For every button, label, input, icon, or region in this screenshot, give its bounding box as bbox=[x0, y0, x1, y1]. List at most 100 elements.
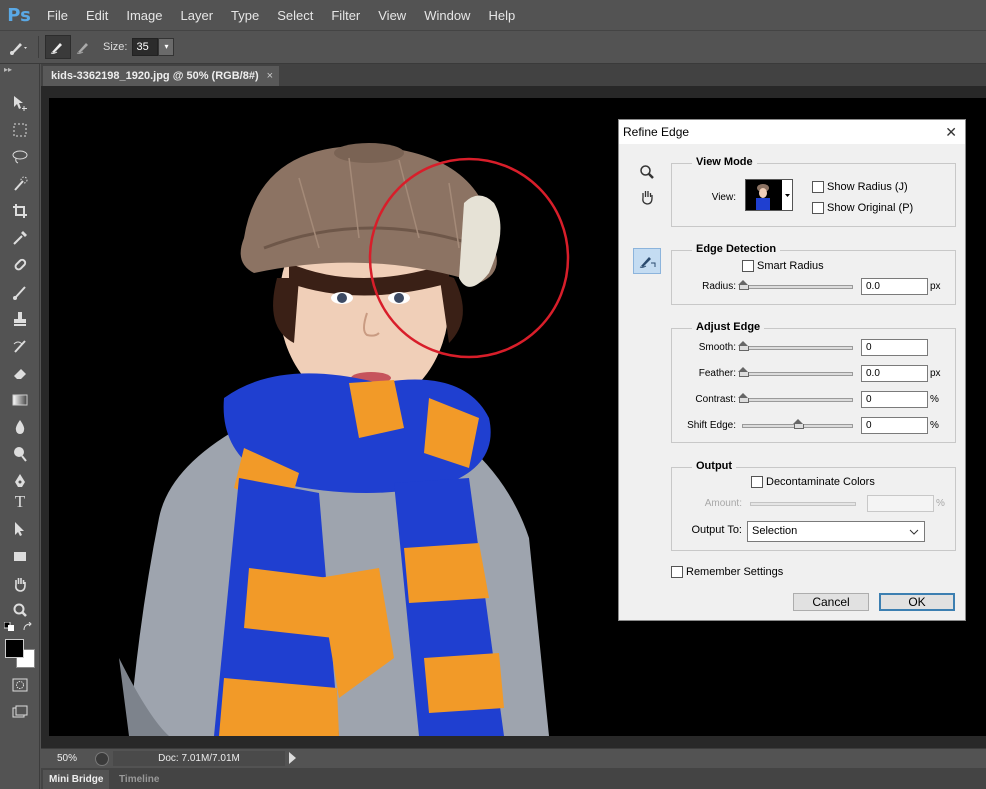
dialog-refine-radius-tool[interactable] bbox=[633, 248, 661, 274]
smooth-slider[interactable] bbox=[738, 341, 853, 351]
document-tab[interactable]: kids-3362198_1920.jpg @ 50% (RGB/8#) × bbox=[43, 66, 279, 86]
path-selection-tool[interactable] bbox=[9, 518, 31, 540]
marquee-icon bbox=[13, 123, 27, 137]
photoshop-logo: Ps bbox=[7, 4, 31, 26]
contrast-slider[interactable] bbox=[738, 393, 853, 403]
decontaminate-colors-checkbox[interactable] bbox=[751, 476, 763, 488]
status-menu-arrow-icon[interactable] bbox=[289, 752, 296, 764]
output-group: Output Decontaminate Colors Amount: % Ou… bbox=[671, 460, 956, 551]
erase-refinements-icon bbox=[76, 43, 88, 54]
amount-slider[interactable] bbox=[750, 502, 856, 506]
shift-edge-slider[interactable] bbox=[742, 419, 853, 429]
crop-tool[interactable] bbox=[9, 200, 31, 222]
menu-help[interactable]: Help bbox=[479, 8, 524, 23]
healing-brush-tool[interactable] bbox=[9, 254, 31, 276]
shift-edge-unit: % bbox=[930, 420, 939, 431]
smooth-input[interactable]: 0 bbox=[861, 339, 928, 356]
default-colors-icon[interactable] bbox=[3, 621, 16, 631]
dialog-title-bar: Refine Edge ✕ bbox=[619, 120, 965, 144]
eraser-tool[interactable] bbox=[9, 362, 31, 384]
menu-select[interactable]: Select bbox=[268, 8, 322, 23]
zoom-level[interactable]: 50% bbox=[57, 753, 77, 764]
radius-slider[interactable] bbox=[738, 280, 853, 290]
zoom-tool[interactable] bbox=[9, 599, 31, 621]
smooth-slider-thumb[interactable] bbox=[738, 341, 749, 351]
smart-radius-checkbox[interactable] bbox=[742, 260, 754, 272]
eyedropper-icon bbox=[13, 231, 27, 245]
amount-input[interactable] bbox=[867, 495, 934, 512]
pen-tool[interactable] bbox=[9, 470, 31, 492]
quick-mask-icon bbox=[12, 678, 28, 692]
marquee-tool[interactable] bbox=[9, 119, 31, 141]
amount-unit: % bbox=[936, 498, 945, 509]
hand-tool[interactable] bbox=[9, 573, 31, 595]
close-icon[interactable]: ✕ bbox=[945, 120, 957, 144]
hand-icon bbox=[15, 578, 26, 592]
contrast-slider-thumb[interactable] bbox=[738, 393, 749, 403]
shift-edge-slider-thumb[interactable] bbox=[793, 419, 804, 429]
feather-slider[interactable] bbox=[738, 367, 853, 377]
menu-image[interactable]: Image bbox=[117, 8, 171, 23]
tool-preset-picker[interactable] bbox=[6, 35, 32, 59]
size-label: Size: bbox=[103, 41, 128, 53]
dialog-title: Refine Edge bbox=[623, 125, 690, 139]
rectangle-tool[interactable] bbox=[9, 545, 31, 567]
size-dropdown-button[interactable]: ▾ bbox=[158, 38, 175, 56]
eyedropper-tool[interactable] bbox=[9, 227, 31, 249]
move-tool[interactable] bbox=[9, 92, 31, 114]
clone-stamp-tool[interactable] bbox=[9, 308, 31, 330]
quick-mask-button[interactable] bbox=[9, 674, 31, 696]
show-original-label: Show Original (P) bbox=[827, 202, 914, 214]
gradient-tool[interactable] bbox=[9, 389, 31, 411]
menu-edit[interactable]: Edit bbox=[77, 8, 117, 23]
screen-mode-button[interactable] bbox=[9, 701, 31, 723]
swap-colors-icon[interactable] bbox=[22, 621, 34, 631]
history-brush-tool[interactable] bbox=[9, 335, 31, 357]
menu-filter[interactable]: Filter bbox=[322, 8, 369, 23]
feather-input[interactable]: 0.0 bbox=[861, 365, 928, 382]
contrast-input[interactable]: 0 bbox=[861, 391, 928, 408]
rectangle-icon bbox=[14, 552, 26, 561]
ok-button[interactable]: OK bbox=[879, 593, 955, 611]
quick-selection-tool[interactable] bbox=[9, 173, 31, 195]
menu-window[interactable]: Window bbox=[415, 8, 479, 23]
blur-tool[interactable] bbox=[9, 416, 31, 438]
foreground-color-swatch[interactable] bbox=[5, 639, 24, 658]
tab-timeline[interactable]: Timeline bbox=[113, 770, 165, 789]
view-thumbnail-icon bbox=[746, 180, 790, 210]
view-label: View: bbox=[711, 192, 736, 203]
type-tool[interactable]: T bbox=[9, 491, 31, 513]
menu-layer[interactable]: Layer bbox=[172, 8, 223, 23]
status-info-icon[interactable] bbox=[95, 752, 109, 766]
size-input[interactable]: 35 bbox=[132, 38, 159, 56]
lasso-tool[interactable] bbox=[9, 146, 31, 168]
collapse-panel-icon[interactable]: ▸▸ bbox=[0, 64, 39, 76]
show-original-checkbox[interactable] bbox=[812, 202, 824, 214]
smooth-label: Smooth: bbox=[698, 342, 736, 353]
options-bar: Size: 35 ▾ bbox=[0, 30, 986, 64]
edge-detection-title: Edge Detection bbox=[692, 243, 781, 255]
radius-input[interactable]: 0.0 bbox=[861, 278, 928, 295]
dodge-tool[interactable] bbox=[9, 443, 31, 465]
dialog-zoom-tool[interactable] bbox=[636, 161, 658, 183]
remember-settings-checkbox[interactable] bbox=[671, 566, 683, 578]
brush-tool[interactable] bbox=[9, 281, 31, 303]
radius-slider-thumb[interactable] bbox=[738, 280, 749, 290]
edge-detection-group: Edge Detection Smart Radius Radius: 0.0 … bbox=[671, 243, 956, 305]
menu-type[interactable]: Type bbox=[222, 8, 268, 23]
dialog-hand-tool[interactable] bbox=[636, 186, 658, 208]
menu-file[interactable]: File bbox=[38, 8, 77, 23]
erase-refinements-tool-button[interactable] bbox=[71, 35, 97, 59]
shift-edge-input[interactable]: 0 bbox=[861, 417, 928, 434]
show-radius-checkbox[interactable] bbox=[812, 181, 824, 193]
tab-mini-bridge[interactable]: Mini Bridge bbox=[43, 770, 110, 789]
refine-radius-tool-button[interactable] bbox=[45, 35, 71, 59]
feather-slider-thumb[interactable] bbox=[738, 367, 749, 377]
close-document-icon[interactable]: × bbox=[267, 66, 273, 86]
cancel-button[interactable]: Cancel bbox=[793, 593, 869, 611]
refine-edge-dialog: Refine Edge ✕ View Mode View: Show Radiu… bbox=[618, 119, 966, 621]
amount-label: Amount: bbox=[704, 498, 742, 509]
output-to-select[interactable]: Selection bbox=[747, 521, 925, 542]
menu-view[interactable]: View bbox=[369, 8, 415, 23]
view-mode-picker[interactable] bbox=[745, 179, 793, 211]
